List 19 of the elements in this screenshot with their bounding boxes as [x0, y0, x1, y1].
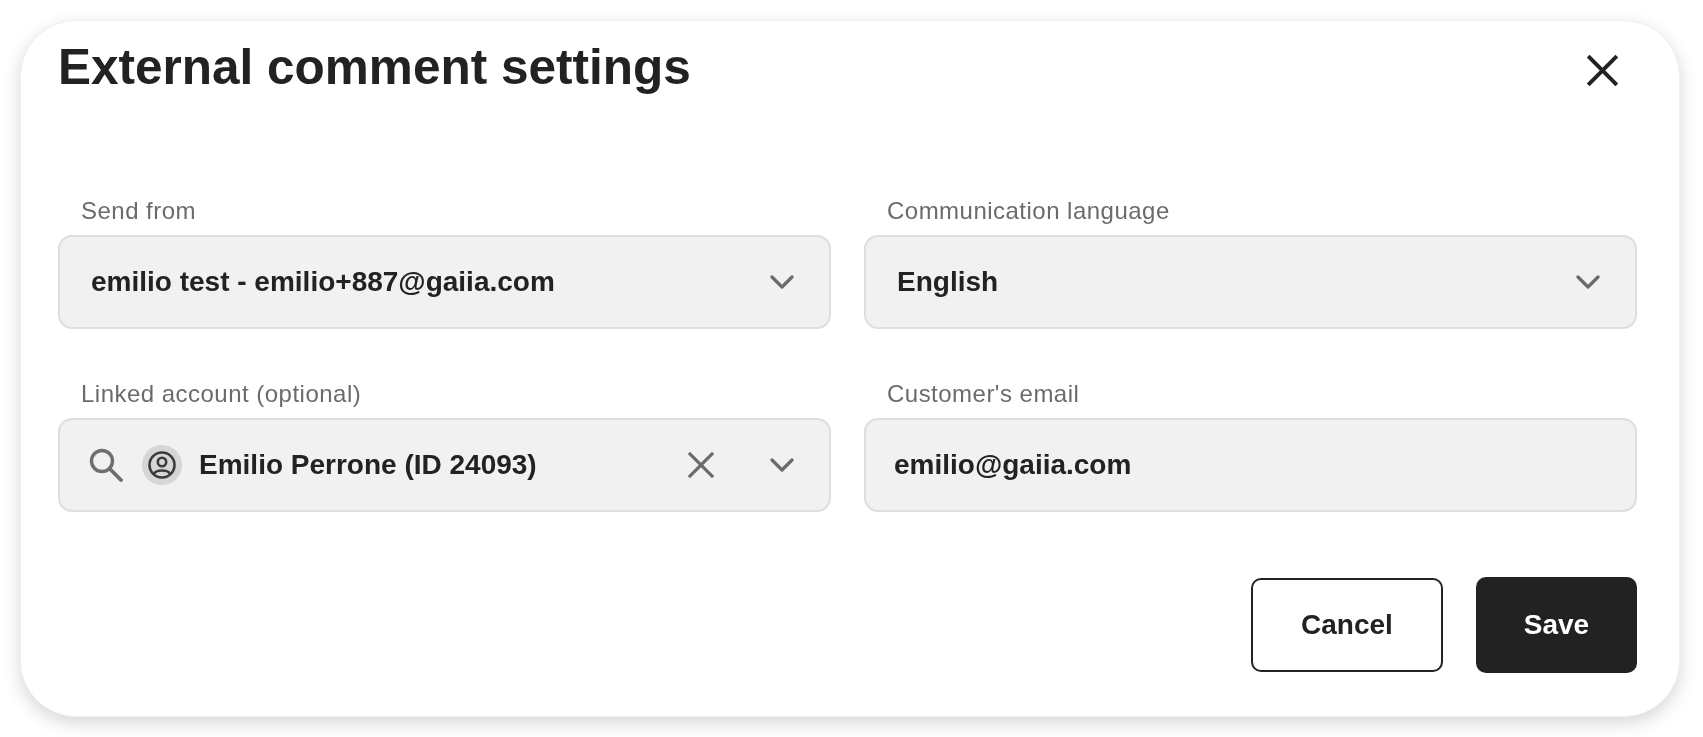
- chevron-down-icon: [1576, 275, 1600, 289]
- field-label: Linked account (optional): [81, 380, 362, 408]
- dropdown-field[interactable]: emilio test - emilio+887@gaiia.com: [58, 235, 831, 329]
- save-button[interactable]: Save: [1476, 577, 1637, 673]
- chevron-down-icon: [770, 458, 794, 472]
- field-label: Customer's email: [887, 380, 1080, 408]
- cancel-button[interactable]: Cancel: [1251, 578, 1443, 672]
- text-field[interactable]: emilio@gaiia.com: [864, 418, 1637, 512]
- dialog-title: External comment settings: [58, 38, 691, 96]
- clear-button[interactable]: [686, 450, 716, 480]
- avatar-icon: [142, 445, 182, 485]
- field-label: Communication language: [887, 197, 1170, 225]
- chevron-down-icon: [770, 275, 794, 289]
- search-icon: [89, 448, 123, 482]
- close-icon: [1586, 54, 1619, 87]
- account-select-field[interactable]: Emilio Perrone (ID 24093): [58, 418, 831, 512]
- clear-icon: [687, 451, 715, 479]
- dropdown-field[interactable]: English: [864, 235, 1637, 329]
- field-label: Send from: [81, 197, 197, 225]
